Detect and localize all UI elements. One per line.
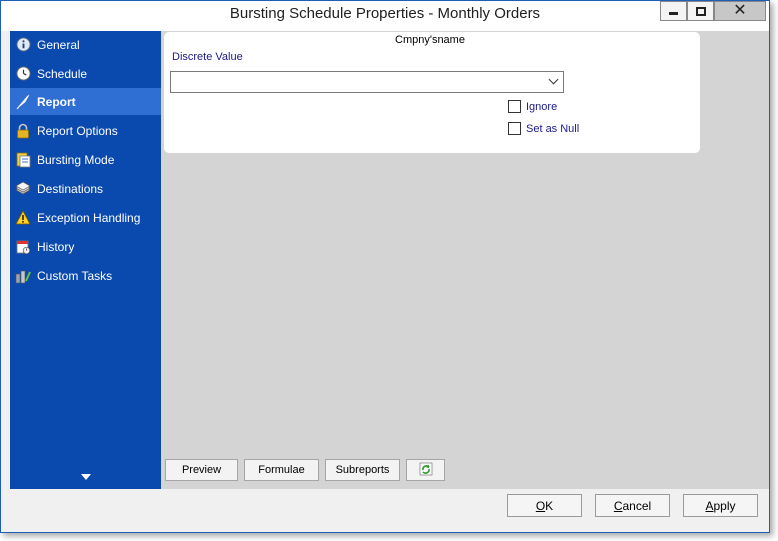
close-icon: ✕ [733,2,747,19]
info-icon [15,37,31,53]
sidebar-item-label: Schedule [37,66,88,81]
ok-label: OK [535,498,554,513]
window-title: Bursting Schedule Properties - Monthly O… [229,5,541,22]
destinations-stack-icon [15,181,31,197]
cancel-button[interactable]: Cancel [595,494,670,517]
discrete-value-label: Discrete Value [172,51,243,63]
preview-button[interactable]: Preview [165,459,238,481]
sidebar-nav: General Schedule Report Report Options B [10,31,161,489]
sidebar-item-bursting-mode[interactable]: Bursting Mode [10,146,161,173]
bursting-document-icon [15,152,31,168]
sidebar-item-label: History [37,239,75,254]
chevron-down-icon [548,74,559,85]
history-calendar-icon [15,239,31,255]
ignore-checkbox[interactable] [508,100,521,113]
discrete-value-dropdown[interactable] [170,71,564,93]
content-area: Cmpny'sname Discrete Value Ignore Set as… [161,31,769,489]
ignore-label: Ignore [526,100,558,113]
parameter-panel: Cmpny'sname Discrete Value Ignore Set as… [164,32,700,153]
sidebar-item-label: Destinations [37,181,104,196]
maximize-button[interactable] [687,1,714,21]
minimize-button[interactable] [660,1,687,21]
sidebar-item-custom-tasks[interactable]: Custom Tasks [10,262,161,289]
sidebar-scroll-down-icon[interactable] [81,474,91,480]
dialog-window: Bursting Schedule Properties - Monthly O… [0,0,770,533]
refresh-button[interactable] [406,459,445,481]
sidebar-item-label: Bursting Mode [37,152,115,167]
title-bar: Bursting Schedule Properties - Monthly O… [1,1,769,31]
formulae-button[interactable]: Formulae [244,459,319,481]
warning-icon [15,209,31,226]
maximize-icon [695,6,706,16]
sidebar-item-label: Exception Handling [37,210,141,225]
set-as-null-checkbox-row[interactable]: Set as Null [508,122,579,135]
apply-label: Apply [705,498,736,513]
sidebar-item-label: Report [37,94,76,109]
close-button[interactable]: ✕ [714,1,766,21]
refresh-icon [418,461,434,480]
sidebar-item-history[interactable]: History [10,233,161,260]
sidebar-item-destinations[interactable]: Destinations [10,175,161,202]
minimize-icon [669,12,678,15]
apply-button[interactable]: Apply [683,494,758,517]
cancel-label: Cancel [613,498,652,513]
sidebar-item-label: Custom Tasks [37,268,113,283]
ignore-checkbox-row[interactable]: Ignore [508,100,557,113]
clock-icon [15,66,31,82]
sidebar-item-exception-handling[interactable]: Exception Handling [10,204,161,231]
sidebar-item-report[interactable]: Report [10,88,161,115]
report-quill-icon [15,94,31,110]
custom-tasks-icon [15,268,31,284]
sidebar-item-label: General [37,37,80,52]
set-as-null-label: Set as Null [526,122,580,135]
ok-button[interactable]: OK [507,494,582,517]
sidebar-item-general[interactable]: General [10,31,161,58]
sidebar-item-label: Report Options [37,123,118,138]
set-as-null-checkbox[interactable] [508,122,521,135]
subreports-button[interactable]: Subreports [325,459,400,481]
sidebar-item-schedule[interactable]: Schedule [10,60,161,87]
sidebar-item-report-options[interactable]: Report Options [10,117,161,144]
padlock-icon [15,123,31,139]
parameter-group-title: Cmpny'sname [392,34,468,46]
